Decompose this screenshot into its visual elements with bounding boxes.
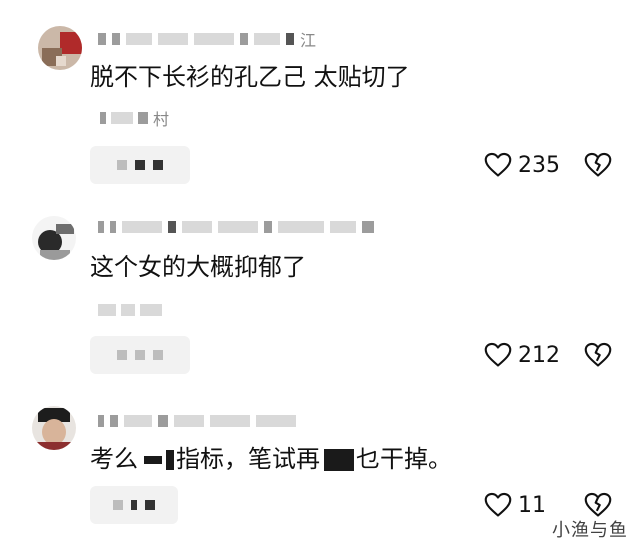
username-suffix: 江 — [300, 31, 317, 50]
like-count: 212 — [518, 342, 560, 368]
redacted-block — [324, 449, 354, 471]
comment-text: 这个女的大概抑郁了 — [90, 253, 306, 281]
like-count: 235 — [518, 152, 560, 178]
reply-button[interactable] — [90, 336, 190, 374]
like-count: 11 — [518, 492, 546, 518]
avatar[interactable] — [32, 216, 76, 260]
comment-text: 脱不下长衫的孔乙己 太贴切了 — [90, 63, 410, 91]
like-button[interactable]: 212 — [484, 342, 560, 368]
reply-button[interactable] — [90, 486, 178, 524]
dislike-button[interactable] — [584, 342, 612, 372]
broken-heart-icon — [584, 342, 612, 367]
like-button[interactable]: 11 — [484, 492, 546, 518]
comment-item: 考么 指标，笔试再 乜干掉。 11 — [0, 390, 640, 550]
username[interactable]: 江 — [98, 28, 316, 50]
avatar-image — [38, 26, 82, 70]
like-button[interactable]: 235 — [484, 152, 560, 178]
dislike-button[interactable] — [584, 152, 612, 182]
avatar-image — [32, 216, 76, 260]
heart-outline-icon — [484, 492, 512, 517]
comment-item: 这个女的大概抑郁了 212 — [0, 200, 640, 390]
username[interactable] — [98, 410, 296, 432]
comment-text: 考么 指标，笔试再 乜干掉。 — [90, 445, 452, 473]
heart-outline-icon — [484, 342, 512, 367]
broken-heart-icon — [584, 152, 612, 177]
heart-outline-icon — [484, 152, 512, 177]
comment-meta — [98, 298, 162, 322]
watermark: 小渔与鱼 — [552, 520, 628, 541]
avatar-image — [32, 406, 76, 450]
meta-suffix: 村 — [153, 110, 170, 129]
comment-meta: 村 — [100, 106, 169, 130]
broken-heart-icon — [584, 492, 612, 517]
avatar[interactable] — [38, 26, 82, 70]
comment-item: 江 脱不下长衫的孔乙己 太贴切了 村 235 — [0, 0, 640, 200]
redacted-block — [144, 456, 162, 464]
redacted-block — [166, 450, 174, 470]
avatar[interactable] — [32, 406, 76, 450]
username[interactable] — [98, 216, 374, 238]
reply-button[interactable] — [90, 146, 190, 184]
